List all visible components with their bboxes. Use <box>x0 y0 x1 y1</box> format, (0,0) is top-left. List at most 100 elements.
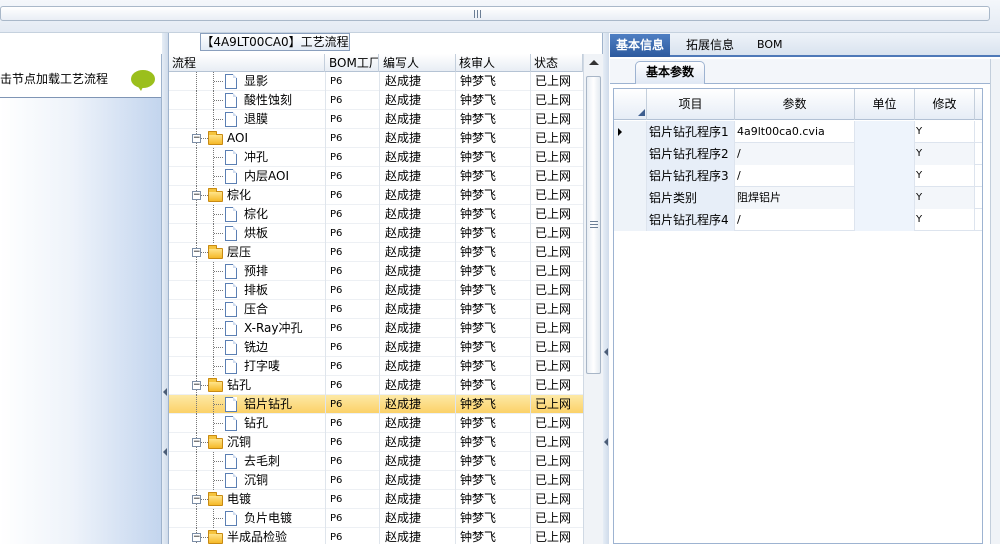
param-value-cell[interactable]: 阻焊铝片 <box>735 187 855 209</box>
author-cell: 赵成捷 <box>385 378 422 392</box>
table-row[interactable]: 铣边 P6 赵成捷 钟梦飞 已上网 <box>169 338 583 357</box>
params-row[interactable]: 铝片钻孔程序3/ Y <box>614 165 982 187</box>
table-row[interactable]: 钻孔 P6 赵成捷 钟梦飞 已上网 <box>169 414 583 433</box>
table-row[interactable]: 酸性蚀刻 P6 赵成捷 钟梦飞 已上网 <box>169 91 583 110</box>
tree-expander-icon[interactable]: − <box>192 134 201 143</box>
table-row[interactable]: 内层AOI P6 赵成捷 钟梦飞 已上网 <box>169 167 583 186</box>
tree-guide-line <box>196 414 197 433</box>
scroll-up-arrow-icon[interactable] <box>589 60 599 65</box>
param-unit-cell[interactable] <box>855 209 915 231</box>
load-process-hint[interactable]: 击节点加载工艺流程 <box>0 70 108 87</box>
flow-node-label: 显影 <box>244 74 269 88</box>
table-row[interactable]: X-Ray冲孔 P6 赵成捷 钟梦飞 已上网 <box>169 319 583 338</box>
param-unit-cell[interactable] <box>855 143 915 165</box>
bom-factory-cell: P6 <box>330 418 343 429</box>
tree-expander-icon[interactable]: − <box>192 191 201 200</box>
table-row[interactable]: 打字唛 P6 赵成捷 钟梦飞 已上网 <box>169 357 583 376</box>
collapse-right-arrow-icon-2[interactable] <box>604 438 608 446</box>
col-header-flow[interactable]: 流程 <box>169 54 325 72</box>
table-row[interactable]: 冲孔 P6 赵成捷 钟梦飞 已上网 <box>169 148 583 167</box>
param-value-cell[interactable]: 4a9lt00ca0.cvia <box>735 121 855 143</box>
param-value-cell[interactable]: / <box>735 165 855 187</box>
collapse-left-arrow-icon[interactable] <box>163 388 167 396</box>
subtab-basic-params[interactable]: 基本参数 <box>635 61 706 84</box>
top-splitter-track <box>0 6 990 21</box>
param-unit-cell[interactable] <box>855 165 915 187</box>
table-row[interactable]: 排板 P6 赵成捷 钟梦飞 已上网 <box>169 281 583 300</box>
param-modify-cell[interactable]: Y <box>915 187 975 209</box>
tree-guide-line <box>214 233 223 234</box>
tab-extended-info[interactable]: 拓展信息 <box>680 34 740 57</box>
col-header-param[interactable]: 参数 <box>735 89 855 120</box>
param-modify-cell[interactable]: Y <box>915 143 975 165</box>
row-indicator[interactable] <box>614 121 647 143</box>
col-header-bom-factory[interactable]: BOM工厂 <box>326 54 379 72</box>
tree-guide-line <box>214 176 223 177</box>
tab-bom[interactable]: BOM <box>751 34 789 57</box>
scroll-thumb[interactable] <box>586 76 601 374</box>
col-header-status[interactable]: 状态 <box>531 54 583 72</box>
tree-expander-icon[interactable]: − <box>192 381 201 390</box>
author-cell: 赵成捷 <box>385 511 422 525</box>
table-row[interactable]: 退膜 P6 赵成捷 钟梦飞 已上网 <box>169 110 583 129</box>
params-row[interactable]: 铝片类别 阻焊铝片 Y <box>614 187 982 209</box>
row-indicator[interactable] <box>614 187 647 209</box>
tree-expander-icon[interactable]: − <box>192 533 201 542</box>
table-row[interactable]: 压合 P6 赵成捷 钟梦飞 已上网 <box>169 300 583 319</box>
collapse-left-arrow-icon-2[interactable] <box>163 448 167 456</box>
table-row[interactable]: 负片电镀 P6 赵成捷 钟梦飞 已上网 <box>169 509 583 528</box>
grid-divider <box>530 338 531 357</box>
table-row[interactable]: 去毛刺 P6 赵成捷 钟梦飞 已上网 <box>169 452 583 471</box>
tree-expander-icon[interactable]: − <box>192 438 201 447</box>
bom-factory-cell: P6 <box>330 76 343 87</box>
table-row[interactable]: − 沉铜 P6 赵成捷 钟梦飞 已上网 <box>169 433 583 452</box>
flow-node-label: 铝片钻孔 <box>244 397 293 411</box>
param-value-cell[interactable]: / <box>735 143 855 165</box>
col-header-author[interactable]: 编写人 <box>380 54 456 72</box>
right-splitter[interactable] <box>603 33 609 544</box>
table-row[interactable]: 棕化 P6 赵成捷 钟梦飞 已上网 <box>169 205 583 224</box>
col-header-item[interactable]: 项目 <box>647 89 735 120</box>
collapse-right-arrow-icon[interactable] <box>604 348 608 356</box>
grid-divider <box>325 490 326 509</box>
param-modify-cell[interactable]: Y <box>915 209 975 231</box>
row-indicator[interactable] <box>614 143 647 165</box>
col-header-reviewer[interactable]: 核审人 <box>456 54 531 72</box>
col-header-modify[interactable]: 修改 <box>915 89 975 120</box>
row-indicator-header[interactable] <box>614 89 647 120</box>
table-row[interactable]: 显影 P6 赵成捷 钟梦飞 已上网 <box>169 72 583 91</box>
grid-divider <box>325 395 326 414</box>
params-row[interactable]: 铝片钻孔程序4/ Y <box>614 209 982 231</box>
right-edge-scrollbar[interactable] <box>990 59 1000 544</box>
speech-bubble-icon[interactable] <box>131 70 155 91</box>
table-row[interactable]: − 电镀 P6 赵成捷 钟梦飞 已上网 <box>169 490 583 509</box>
table-row[interactable]: 烘板 P6 赵成捷 钟梦飞 已上网 <box>169 224 583 243</box>
row-indicator[interactable] <box>614 209 647 231</box>
row-indicator[interactable] <box>614 165 647 187</box>
params-row[interactable]: 铝片钻孔程序1 4a9lt00ca0.cvia Y <box>614 121 982 143</box>
table-row[interactable]: 铝片钻孔 P6 赵成捷 钟梦飞 已上网 <box>169 395 583 414</box>
tree-guide-line <box>214 518 223 519</box>
splitter-grip-icon[interactable] <box>474 10 482 18</box>
tree-expander-icon[interactable]: − <box>192 248 201 257</box>
col-header-unit[interactable]: 单位 <box>855 89 915 120</box>
table-row[interactable]: 沉铜 P6 赵成捷 钟梦飞 已上网 <box>169 471 583 490</box>
param-modify-cell[interactable]: Y <box>915 165 975 187</box>
param-value-cell[interactable]: / <box>735 209 855 231</box>
tab-basic-info[interactable]: 基本信息 <box>610 34 671 57</box>
param-modify-cell[interactable]: Y <box>915 121 975 143</box>
table-row[interactable]: 预排 P6 赵成捷 钟梦飞 已上网 <box>169 262 583 281</box>
top-splitter-bar[interactable] <box>0 0 1000 33</box>
table-row[interactable]: − 层压 P6 赵成捷 钟梦飞 已上网 <box>169 243 583 262</box>
table-row[interactable]: − AOI P6 赵成捷 钟梦飞 已上网 <box>169 129 583 148</box>
process-grid-scrollbar[interactable] <box>583 54 603 544</box>
table-row[interactable]: − 钻孔 P6 赵成捷 钟梦飞 已上网 <box>169 376 583 395</box>
table-row[interactable]: − 半成品检验 P6 赵成捷 钟梦飞 已上网 <box>169 528 583 544</box>
params-row[interactable]: 铝片钻孔程序2/ Y <box>614 143 982 165</box>
grid-divider <box>455 338 456 357</box>
author-cell: 赵成捷 <box>385 397 422 411</box>
table-row[interactable]: − 棕化 P6 赵成捷 钟梦飞 已上网 <box>169 186 583 205</box>
tree-expander-icon[interactable]: − <box>192 495 201 504</box>
param-unit-cell[interactable] <box>855 121 915 143</box>
param-unit-cell[interactable] <box>855 187 915 209</box>
